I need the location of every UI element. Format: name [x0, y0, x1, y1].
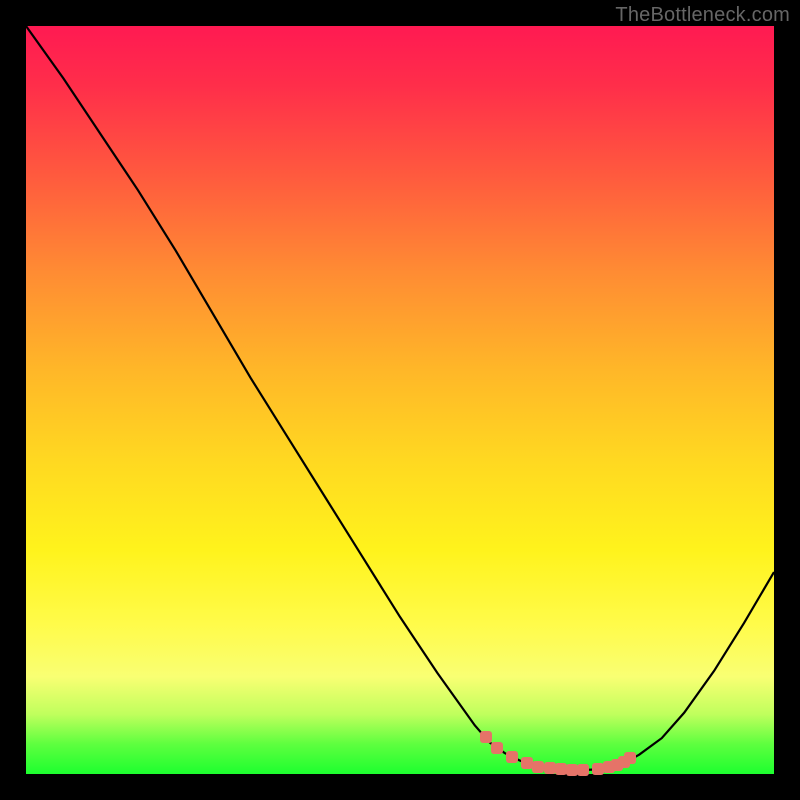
line-curve [26, 26, 774, 774]
data-marker [555, 763, 567, 775]
watermark-text: TheBottleneck.com [615, 4, 790, 27]
data-marker [532, 761, 544, 773]
data-marker [566, 764, 578, 776]
data-marker [491, 742, 503, 754]
data-marker [624, 752, 636, 764]
data-marker [577, 764, 589, 776]
data-marker [506, 751, 518, 763]
data-marker [544, 762, 556, 774]
data-marker [592, 763, 604, 775]
data-marker [480, 731, 492, 743]
data-marker [521, 757, 533, 769]
plot-area [26, 26, 774, 774]
chart-frame: TheBottleneck.com [0, 0, 800, 800]
